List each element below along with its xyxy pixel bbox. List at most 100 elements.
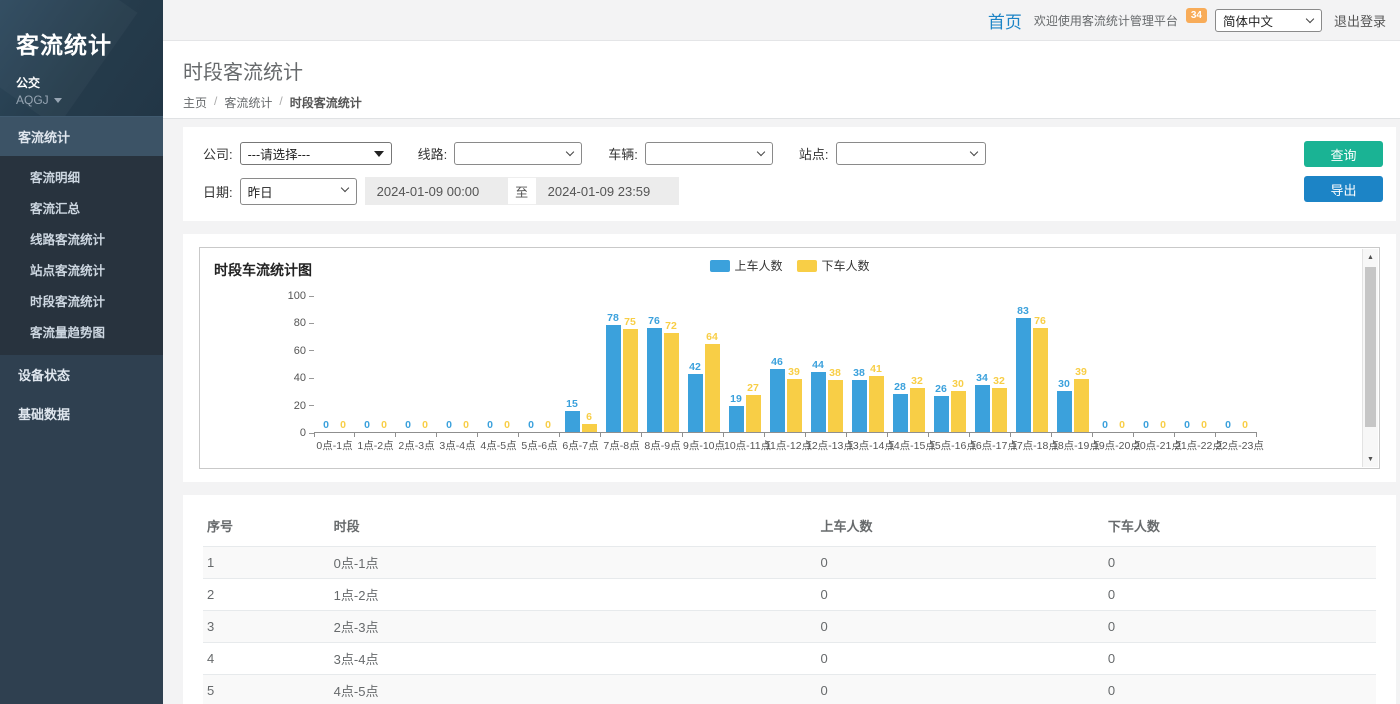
chart-category: 3039 [1052,296,1093,432]
chart-category: 00 [355,296,396,432]
date-preset-select[interactable]: 昨日 [240,178,357,205]
x-axis-label: 17点-18点 [1011,433,1052,453]
notification-badge[interactable]: 34 [1186,8,1207,23]
table-header: 时段 [330,505,817,547]
query-button[interactable]: 查询 [1304,141,1383,167]
x-axis-label: 7点-8点 [601,433,642,453]
table-cell: 3 [203,611,330,643]
sidebar-section[interactable]: 设备状态 [0,355,163,394]
x-axis-label: 8点-9点 [642,433,683,453]
line-label: 线路: [418,144,448,163]
chart-scrollbar[interactable]: ▲ ▼ [1362,249,1378,467]
scrollbar-up-arrow-icon[interactable]: ▲ [1363,249,1378,265]
bar-group: 0 [1115,296,1130,432]
x-axis-label: 21点-22点 [1175,433,1216,453]
bar [811,372,826,432]
sidebar-item[interactable]: 线路客流统计 [0,223,163,254]
bar [688,374,703,432]
chart-category: 00 [437,296,478,432]
chart-category: 4264 [683,296,724,432]
sidebar-section[interactable]: 基础数据 [0,394,163,433]
breadcrumb-home[interactable]: 主页 [183,94,207,111]
bar-group: 38 [852,296,867,432]
y-axis-tick: 80 [294,317,314,329]
chart-category: 00 [519,296,560,432]
sidebar-section[interactable]: 客流统计 [0,116,163,156]
table-cell: 0 [1104,579,1376,611]
scrollbar-thumb[interactable] [1365,267,1376,427]
home-link[interactable]: 首页 [988,8,1022,33]
chevron-down-icon [1306,14,1314,22]
bar-value-label: 0 [1102,419,1108,431]
bar-group: 39 [787,296,802,432]
bar [1033,328,1048,432]
date-preset-value: 昨日 [248,182,273,201]
stats-table: 序号时段上车人数下车人数 10点-1点0021点-2点0032点-3点0043点… [203,505,1376,704]
legend-item[interactable]: 下车人数 [797,257,870,274]
legend-swatch [797,260,817,272]
x-axis-label: 13点-14点 [847,433,888,453]
chevron-down-icon [969,148,977,156]
chart-category: 34 32 [970,296,1011,432]
bar-group: 34 [975,296,990,432]
date-end-input[interactable] [536,177,679,205]
breadcrumb-section[interactable]: 客流统计 [224,94,272,111]
date-start-input[interactable] [365,177,508,205]
y-axis: 020406080100 [266,296,314,433]
bar-value-label: 32 [993,375,1005,387]
org-name: 公交 [16,74,147,91]
y-tick-label: 0 [300,427,306,439]
bar-value-label: 32 [911,375,923,387]
bar-value-label: 0 [1184,419,1190,431]
company-select[interactable]: ---请选择--- [240,142,392,165]
company-filter: 公司: ---请选择--- [203,142,392,165]
table-cell: 5 [203,675,330,704]
sidebar-item[interactable]: 客流汇总 [0,192,163,223]
station-select[interactable] [836,142,986,165]
bar-group: 26 [934,296,949,432]
legend-label: 下车人数 [822,257,870,274]
bar-value-label: 46 [771,356,783,368]
table-panel: 序号时段上车人数下车人数 10点-1点0021点-2点0032点-3点0043点… [183,495,1396,704]
language-select-value: 简体中文 [1223,11,1273,30]
y-tick-mark [309,350,314,351]
line-select[interactable] [454,142,582,165]
table-cell: 3点-4点 [330,643,817,675]
y-axis-tick: 20 [294,400,314,412]
sidebar-item[interactable]: 时段客流统计 [0,285,163,316]
chart-category: 00 [1093,296,1134,432]
y-axis-tick: 40 [294,372,314,384]
bar-group: 0 [442,296,457,432]
org-code-dropdown[interactable]: AQGJ [16,93,147,107]
table-body: 10点-1点0021点-2点0032点-3点0043点-4点0054点-5点00… [203,547,1376,704]
sidebar-item[interactable]: 客流明细 [0,161,163,192]
chart-category: 7672 [642,296,683,432]
bar-value-label: 34 [976,372,988,384]
scrollbar-down-arrow-icon[interactable]: ▼ [1363,451,1378,467]
breadcrumb-separator: / [279,94,282,111]
logout-link[interactable]: 退出登录 [1334,11,1386,30]
table-row: 54点-5点00 [203,675,1376,704]
bar-value-label: 0 [323,419,329,431]
bar [975,385,990,432]
table-row: 21点-2点00 [203,579,1376,611]
bar-value-label: 42 [689,361,701,373]
bar-value-label: 76 [1034,315,1046,327]
vehicle-select[interactable] [645,142,773,165]
bar-group: 44 [811,296,826,432]
table-cell: 1 [203,547,330,579]
y-axis-tick: 60 [294,345,314,357]
export-button[interactable]: 导出 [1304,176,1383,202]
sidebar-item[interactable]: 客流量趋势图 [0,316,163,347]
y-axis-tick: 0 [300,427,314,439]
bar-plot: 0000000000001567875767242641927463944383… [314,296,1257,433]
bar-value-label: 6 [586,411,592,423]
chart-category: 00 [478,296,519,432]
bar-group: 0 [319,296,334,432]
filter-row-1: 公司: ---请选择--- 线路: 车辆: [203,142,1376,165]
sidebar-item[interactable]: 站点客流统计 [0,254,163,285]
legend-item[interactable]: 上车人数 [709,257,782,274]
date-filter: 日期: 昨日 至 [203,177,679,205]
language-select[interactable]: 简体中文 [1215,9,1322,32]
x-axis-label: 1点-2点 [355,433,396,453]
